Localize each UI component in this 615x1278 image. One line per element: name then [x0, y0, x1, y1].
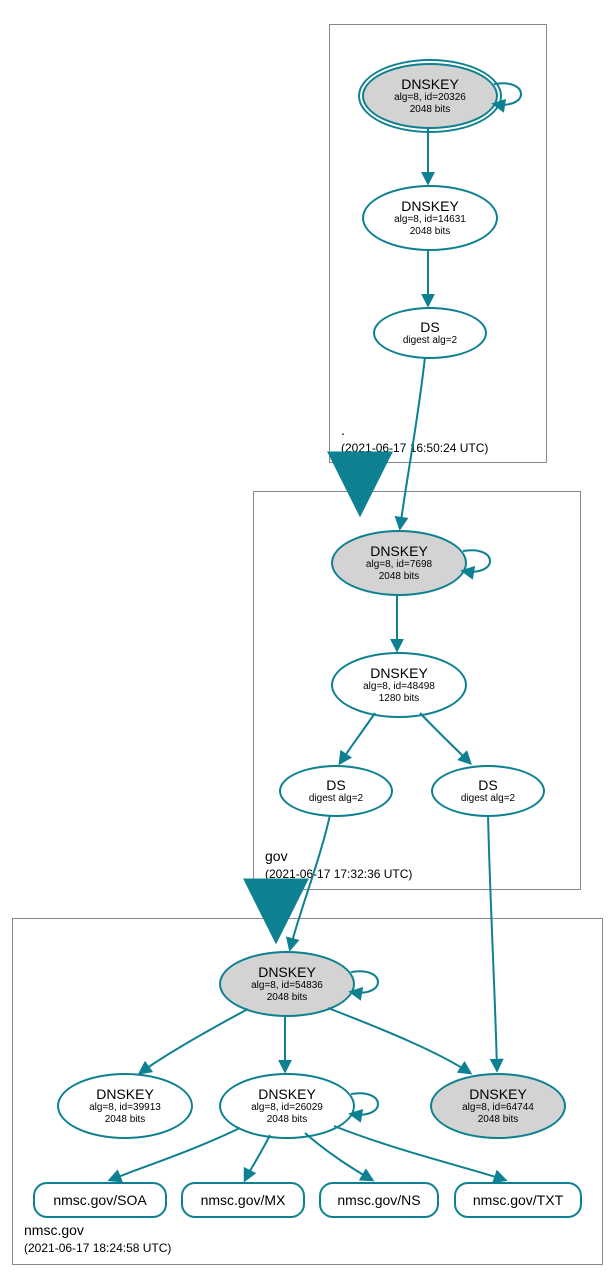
node-sub: alg=8, id=48498	[363, 681, 435, 693]
node-gov-ds1: DS digest alg=2	[279, 765, 393, 817]
rect-label: nmsc.gov/MX	[195, 1192, 292, 1208]
node-rr-ns: nmsc.gov/NS	[319, 1182, 439, 1218]
node-nmsc-k1: DNSKEY alg=8, id=39913 2048 bits	[57, 1073, 193, 1139]
node-nmsc-ksk: DNSKEY alg=8, id=54836 2048 bits	[219, 951, 355, 1017]
node-title: DNSKEY	[96, 1086, 154, 1102]
node-sub: 2048 bits	[478, 1114, 519, 1126]
node-title: DS	[326, 777, 345, 793]
node-sub: 2048 bits	[105, 1114, 146, 1126]
rect-label: nmsc.gov/SOA	[47, 1192, 152, 1208]
node-sub: 2048 bits	[379, 571, 420, 583]
zone-gov-timestamp: (2021-06-17 17:32:36 UTC)	[265, 867, 412, 881]
node-sub: 2048 bits	[410, 226, 451, 238]
node-root-ds: DS digest alg=2	[373, 307, 487, 359]
node-sub: alg=8, id=7698	[366, 559, 432, 571]
node-sub: 2048 bits	[410, 104, 451, 116]
node-sub: 2048 bits	[267, 1114, 308, 1126]
node-sub: 1280 bits	[379, 693, 420, 705]
node-gov-ksk: DNSKEY alg=8, id=7698 2048 bits	[331, 530, 467, 596]
node-sub: digest alg=2	[309, 793, 363, 805]
rect-label: nmsc.gov/NS	[331, 1192, 426, 1208]
node-title: DNSKEY	[370, 665, 428, 681]
zone-root-timestamp: (2021-06-17 16:50:24 UTC)	[341, 441, 488, 455]
node-rr-soa: nmsc.gov/SOA	[33, 1182, 167, 1218]
node-sub: alg=8, id=54836	[251, 980, 323, 992]
zone-gov-name: gov	[265, 848, 288, 864]
node-title: DNSKEY	[370, 543, 428, 559]
node-sub: alg=8, id=14631	[394, 214, 466, 226]
node-root-ksk: DNSKEY alg=8, id=20326 2048 bits	[362, 63, 498, 129]
node-sub: alg=8, id=39913	[89, 1102, 161, 1114]
node-title: DNSKEY	[401, 198, 459, 214]
node-gov-zsk: DNSKEY alg=8, id=48498 1280 bits	[331, 652, 467, 718]
node-sub: digest alg=2	[461, 793, 515, 805]
zone-nmsc-name: nmsc.gov	[24, 1222, 84, 1238]
node-sub: digest alg=2	[403, 335, 457, 347]
node-nmsc-k3: DNSKEY alg=8, id=64744 2048 bits	[430, 1073, 566, 1139]
node-gov-ds2: DS digest alg=2	[431, 765, 545, 817]
rect-label: nmsc.gov/TXT	[467, 1192, 569, 1208]
node-rr-txt: nmsc.gov/TXT	[454, 1182, 582, 1218]
node-title: DS	[478, 777, 497, 793]
zone-root-name: .	[341, 422, 345, 438]
node-title: DS	[420, 319, 439, 335]
node-root-zsk: DNSKEY alg=8, id=14631 2048 bits	[362, 185, 498, 251]
node-sub: 2048 bits	[267, 992, 308, 1004]
node-sub: alg=8, id=20326	[394, 92, 466, 104]
node-sub: alg=8, id=26029	[251, 1102, 323, 1114]
node-title: DNSKEY	[401, 76, 459, 92]
node-title: DNSKEY	[258, 1086, 316, 1102]
node-rr-mx: nmsc.gov/MX	[181, 1182, 305, 1218]
node-title: DNSKEY	[469, 1086, 527, 1102]
node-sub: alg=8, id=64744	[462, 1102, 534, 1114]
node-title: DNSKEY	[258, 964, 316, 980]
node-nmsc-k2: DNSKEY alg=8, id=26029 2048 bits	[219, 1073, 355, 1139]
zone-nmsc-timestamp: (2021-06-17 18:24:58 UTC)	[24, 1241, 171, 1255]
